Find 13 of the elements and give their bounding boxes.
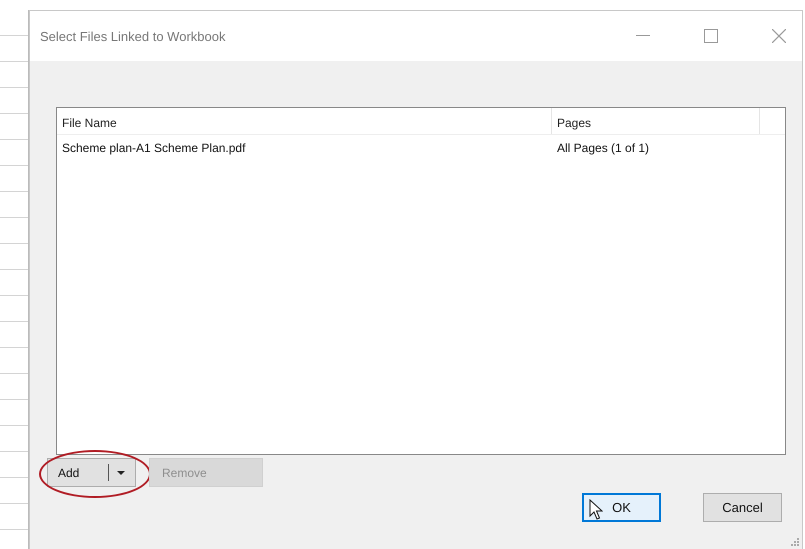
split-button[interactable]: Add [47, 458, 136, 487]
resize-grip-icon[interactable] [791, 538, 799, 546]
table-cell-text: Scheme plan-A1 Scheme Plan.pdf [61, 140, 246, 157]
column-header[interactable]: File Name [57, 108, 552, 134]
cancel-button[interactable]: Cancel [703, 493, 782, 522]
close-icon[interactable] [772, 29, 786, 43]
minimize-icon[interactable] [636, 35, 650, 37]
column-header[interactable]: Pages [552, 108, 760, 134]
caret-icon[interactable] [117, 470, 125, 474]
window-title: Select Files Linked to Workbook [40, 28, 226, 44]
table-cell-text: All Pages (1 of 1) [556, 140, 650, 157]
maximize-icon[interactable] [704, 29, 718, 43]
ok-button[interactable]: OK [582, 493, 661, 522]
